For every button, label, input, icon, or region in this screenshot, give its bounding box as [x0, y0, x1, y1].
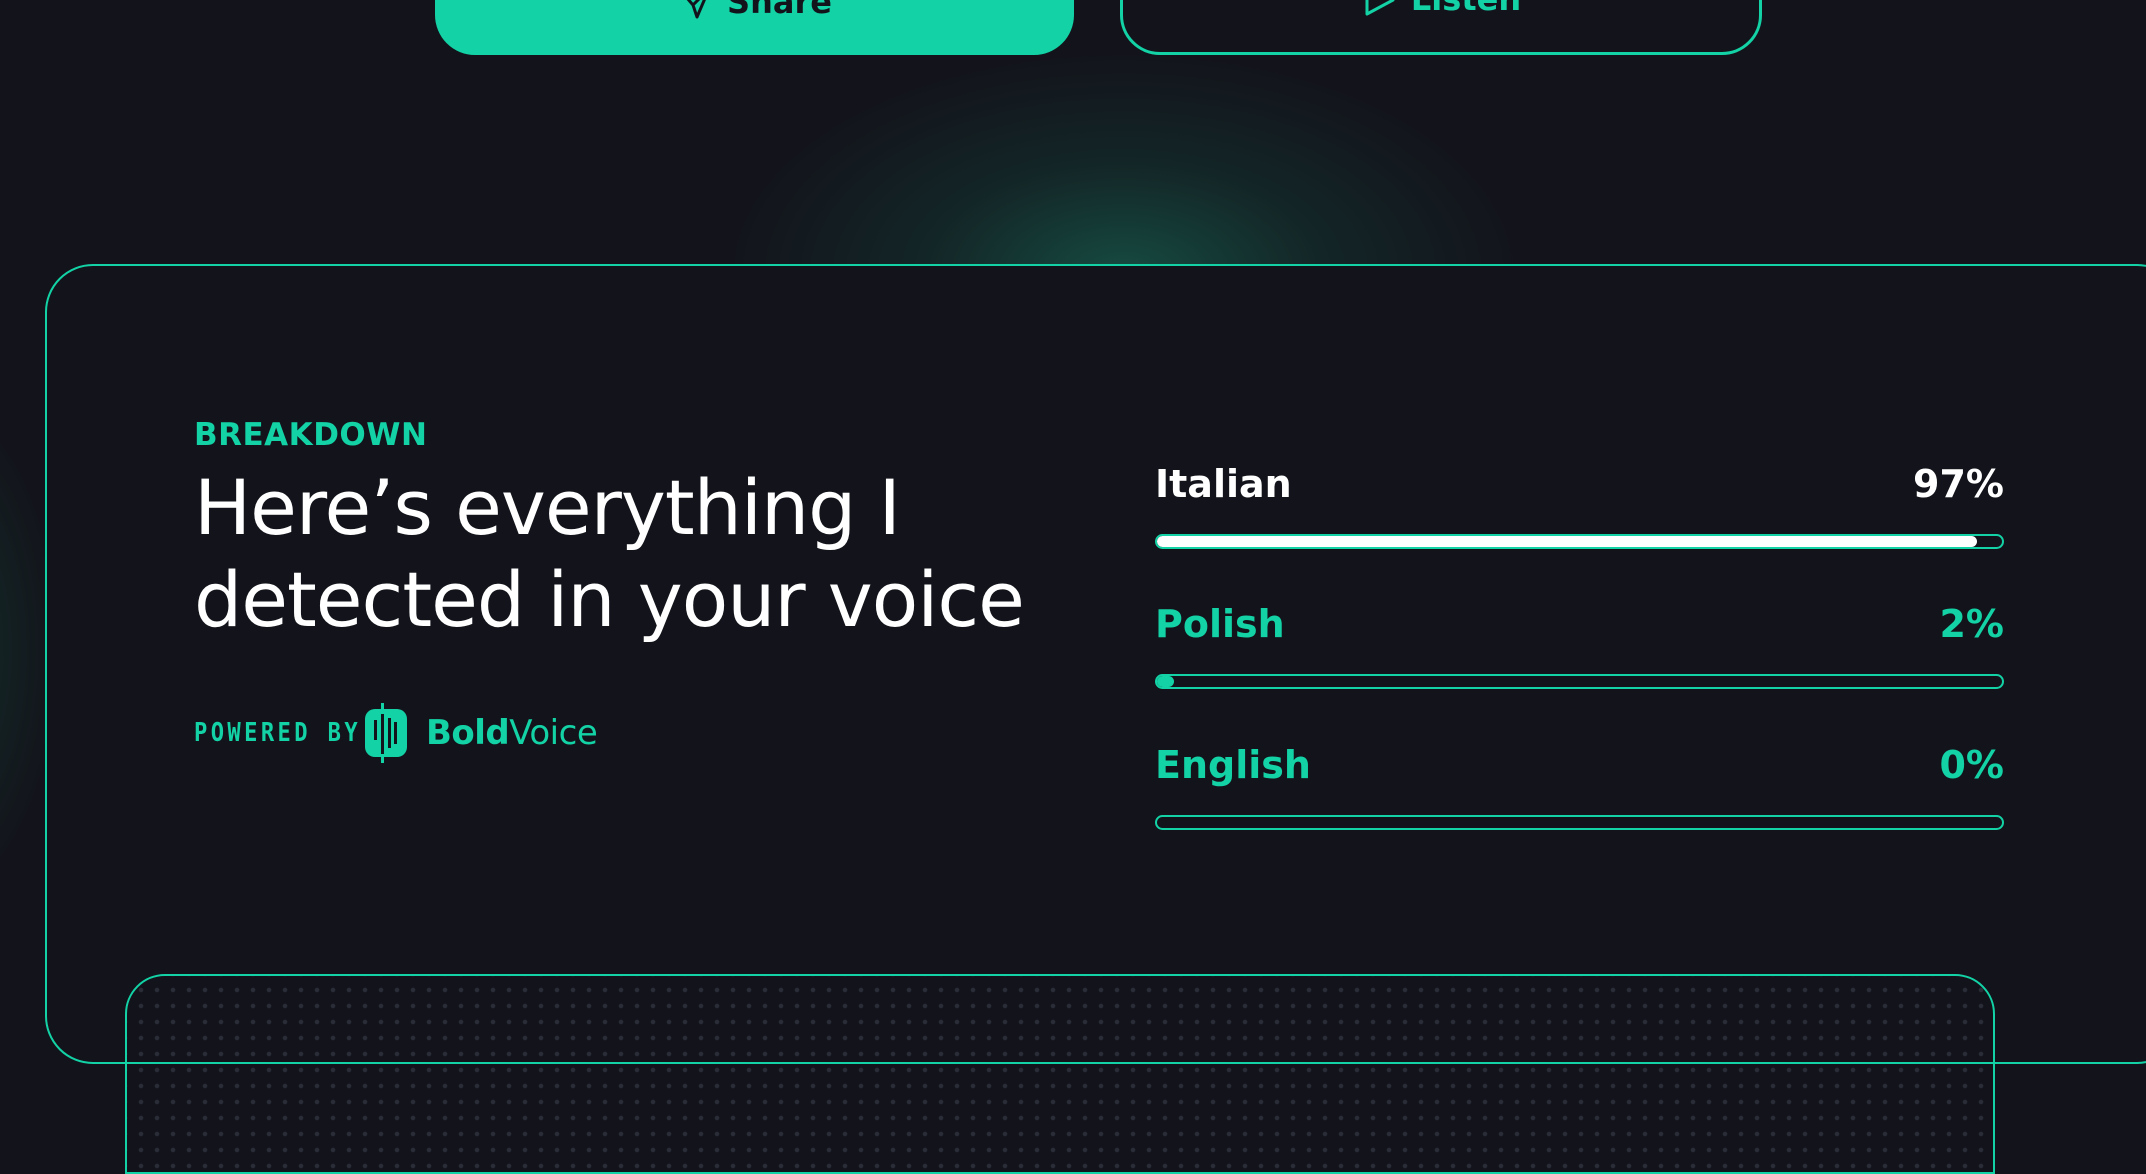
language-row-header: Italian 97%: [1155, 462, 2004, 506]
headline-line-2: detected in your voice: [194, 555, 1025, 644]
play-icon: [1361, 0, 1397, 18]
powered-by-label: POWERED BY: [194, 718, 362, 748]
listen-label: Listen: [1411, 0, 1521, 18]
language-row-english: English 0%: [1155, 743, 2004, 830]
language-row-polish: Polish 2%: [1155, 602, 2004, 689]
brand-name: BoldVoice: [426, 713, 598, 753]
share-button[interactable]: Share: [435, 0, 1074, 55]
language-name: Polish: [1155, 602, 1285, 646]
language-percent: 2%: [1939, 602, 2004, 646]
language-row-header: English 0%: [1155, 743, 2004, 787]
breakdown-headline: Here’s everything I detected in your voi…: [194, 462, 1094, 646]
share-label: Share: [727, 0, 832, 21]
language-name: Italian: [1155, 462, 1292, 506]
listen-button[interactable]: Listen: [1120, 0, 1762, 55]
brand-name-bold: Bold: [426, 713, 510, 753]
boldvoice-logo: [364, 702, 408, 764]
language-progress-fill: [1157, 536, 1977, 547]
dotted-inner-panel: [125, 974, 1995, 1174]
powered-by: POWERED BY BoldVoice: [194, 700, 598, 766]
language-progress-bar: [1155, 674, 2004, 689]
language-name: English: [1155, 743, 1311, 787]
language-progress-bar: [1155, 534, 2004, 549]
language-row-header: Polish 2%: [1155, 602, 2004, 646]
brand-name-regular: Voice: [509, 713, 598, 753]
paper-plane-icon: [677, 0, 713, 21]
language-row-italian: Italian 97%: [1155, 462, 2004, 549]
headline-line-1: Here’s everything I: [194, 463, 901, 552]
language-progress-fill: [1157, 676, 1174, 687]
language-percent: 97%: [1913, 462, 2004, 506]
language-progress-bar: [1155, 815, 2004, 830]
language-percent: 0%: [1939, 743, 2004, 787]
section-eyebrow: BREAKDOWN: [194, 417, 428, 453]
